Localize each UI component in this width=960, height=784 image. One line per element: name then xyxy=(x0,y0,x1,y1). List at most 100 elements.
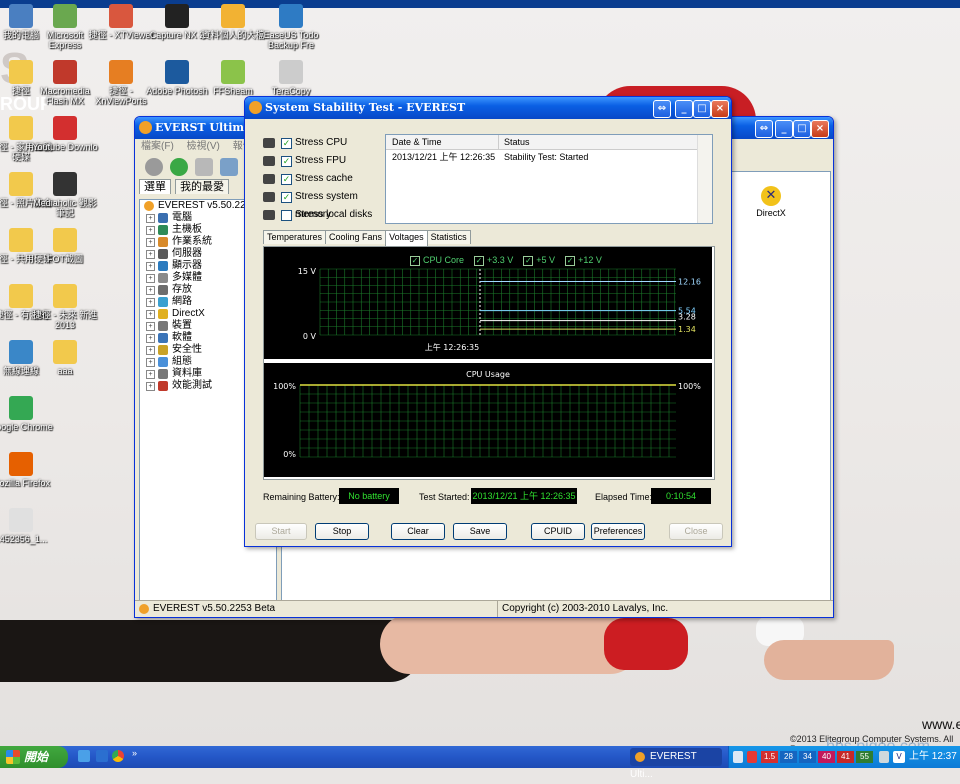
expand-icon[interactable]: + xyxy=(146,310,155,319)
tab-menu[interactable]: 選單 xyxy=(139,179,171,194)
tree-item-label: 作業系統 xyxy=(172,236,212,247)
minimize-button[interactable]: _ xyxy=(675,100,693,118)
maximize-button[interactable]: □ xyxy=(693,100,711,118)
tray-monitor-badge[interactable]: 34 xyxy=(799,751,816,763)
expand-icon[interactable]: + xyxy=(146,214,155,223)
tray-monitor-badge[interactable]: 41 xyxy=(837,751,854,763)
desktop-icon-label: 資料個人的大檔 xyxy=(201,30,265,40)
stability-title-bar[interactable]: System Stability Test - EVEREST ⇔ _ □ × xyxy=(245,97,731,119)
stress-checkbox[interactable]: ✓ xyxy=(281,174,292,185)
graph-tab[interactable]: Voltages xyxy=(385,230,428,246)
forward-icon[interactable] xyxy=(170,158,189,176)
graph-tab[interactable]: Temperatures xyxy=(263,230,327,244)
expand-icon[interactable]: + xyxy=(146,334,155,343)
expand-icon[interactable]: + xyxy=(146,262,155,271)
expand-icon[interactable]: + xyxy=(146,370,155,379)
legend-checkbox[interactable]: ✓ xyxy=(474,255,485,266)
start-button[interactable]: Start xyxy=(255,523,307,540)
desktop-app-icon xyxy=(221,4,245,28)
desktop-app-icon xyxy=(53,4,77,28)
restore-icon[interactable]: ⇔ xyxy=(653,100,671,118)
tray-monitor-badge[interactable]: 40 xyxy=(818,751,835,763)
maximize-button[interactable]: □ xyxy=(793,120,811,138)
minimize-button[interactable]: _ xyxy=(775,120,793,138)
expand-icon[interactable]: + xyxy=(146,382,155,391)
stop-button[interactable]: Stop xyxy=(315,523,369,540)
legend-item[interactable]: ✓ CPU Core xyxy=(410,255,464,266)
desktop-icon[interactable]: EaseUS Todo Backup Fre xyxy=(258,4,324,50)
desktop-app-icon xyxy=(53,228,77,252)
expand-icon[interactable]: + xyxy=(146,358,155,367)
graph-tab[interactable]: Statistics xyxy=(426,230,471,244)
desktop-icon[interactable]: FFSheam xyxy=(200,60,266,96)
start-button[interactable]: 開始 xyxy=(0,746,68,768)
menu-file[interactable]: 檔案(F) xyxy=(141,141,174,152)
desktop-icon[interactable]: 資料個人的大檔 xyxy=(200,4,266,40)
legend-checkbox[interactable]: ✓ xyxy=(523,255,534,266)
legend-item[interactable]: ✓ +3.3 V xyxy=(474,255,513,266)
taskbar: 開始 » EVEREST Ulti... 1.5 28 34 40 41 55 V 上午 … xyxy=(0,746,960,780)
desktop-icon[interactable]: Mediaholic 觀影筆記 xyxy=(32,172,98,218)
desktop-icon[interactable]: Youtube Downlo xyxy=(32,116,98,152)
desktop-icon[interactable]: FOT截圖 xyxy=(32,228,98,264)
clear-button[interactable]: Clear xyxy=(391,523,445,540)
close-button[interactable]: × xyxy=(811,120,829,138)
save-button[interactable]: Save xyxy=(453,523,507,540)
refresh-icon[interactable] xyxy=(220,158,239,176)
close-button[interactable]: × xyxy=(711,100,729,118)
log-row[interactable]: 2013/12/21 上午 12:26:35 Stability Test: St… xyxy=(386,150,712,164)
expand-icon[interactable]: + xyxy=(146,226,155,235)
quicklaunch-more-icon[interactable]: » xyxy=(132,748,137,758)
expand-icon[interactable]: + xyxy=(146,274,155,283)
directx-item[interactable]: ✕ DirectX xyxy=(746,186,796,218)
close-dialog-button[interactable]: Close xyxy=(669,523,723,540)
cpuid-button[interactable]: CPUID xyxy=(531,523,585,540)
tray-language-icon[interactable]: V xyxy=(893,751,905,763)
up-icon[interactable] xyxy=(195,158,214,176)
hardware-icon xyxy=(263,174,275,184)
desktop-icon[interactable]: aaa xyxy=(32,340,98,376)
quicklaunch-chrome-icon[interactable] xyxy=(112,750,124,762)
tray-alert-icon[interactable] xyxy=(747,751,757,763)
legend-checkbox[interactable]: ✓ xyxy=(565,255,576,266)
tray-monitor-badge[interactable]: 28 xyxy=(780,751,797,763)
back-icon[interactable] xyxy=(145,158,163,176)
stress-checkbox[interactable]: ✓ xyxy=(281,156,292,167)
legend-item[interactable]: ✓ +5 V xyxy=(523,255,555,266)
expand-icon[interactable]: + xyxy=(146,346,155,355)
menu-view[interactable]: 檢視(V) xyxy=(187,141,220,152)
expand-icon[interactable]: + xyxy=(146,250,155,259)
tray-monitor-badge[interactable]: 55 xyxy=(856,751,873,763)
taskbar-everest-button[interactable]: EVEREST Ulti... xyxy=(630,748,722,780)
log-col-date[interactable]: Date & Time xyxy=(392,135,442,149)
desktop-icon[interactable]: Mozilla Firefox xyxy=(0,452,54,488)
desktop-icon[interactable]: Google Chrome xyxy=(0,396,54,432)
desktop-app-icon xyxy=(9,116,33,140)
tray-clock[interactable]: 上午 12:37 xyxy=(909,746,957,768)
tray-monitor-badge[interactable]: 1.5 xyxy=(761,751,778,763)
hardware-icon xyxy=(263,156,275,166)
preferences-button[interactable]: Preferences xyxy=(591,523,645,540)
log-col-status[interactable]: Status xyxy=(504,135,530,149)
legend-item[interactable]: ✓ +12 V xyxy=(565,255,602,266)
desktop-icon[interactable]: TeraCopy xyxy=(258,60,324,96)
stress-checkbox[interactable]: ✓ xyxy=(281,138,292,149)
desktop-app-icon xyxy=(109,60,133,84)
tray-volume-icon[interactable] xyxy=(879,751,889,763)
expand-icon[interactable]: + xyxy=(146,298,155,307)
expand-icon[interactable]: + xyxy=(146,322,155,331)
stress-checkbox[interactable]: ✓ xyxy=(281,192,292,203)
desktop-icon[interactable]: 1452356_1... xyxy=(0,508,54,544)
stress-checkbox[interactable] xyxy=(281,210,292,221)
log-scrollbar[interactable] xyxy=(697,135,712,223)
legend-checkbox[interactable]: ✓ xyxy=(410,255,420,266)
desktop-icon[interactable]: 捷徑 - 未來 新進2013 xyxy=(32,284,98,330)
tab-favorites[interactable]: 我的最愛 xyxy=(175,179,230,194)
expand-icon[interactable]: + xyxy=(146,286,155,295)
quicklaunch-live-icon[interactable] xyxy=(96,750,108,762)
quicklaunch-search-icon[interactable] xyxy=(78,750,90,762)
tray-network-icon[interactable] xyxy=(733,751,743,763)
restore-icon[interactable]: ⇔ xyxy=(755,120,773,138)
graph-tab[interactable]: Cooling Fans xyxy=(325,230,387,244)
expand-icon[interactable]: + xyxy=(146,238,155,247)
